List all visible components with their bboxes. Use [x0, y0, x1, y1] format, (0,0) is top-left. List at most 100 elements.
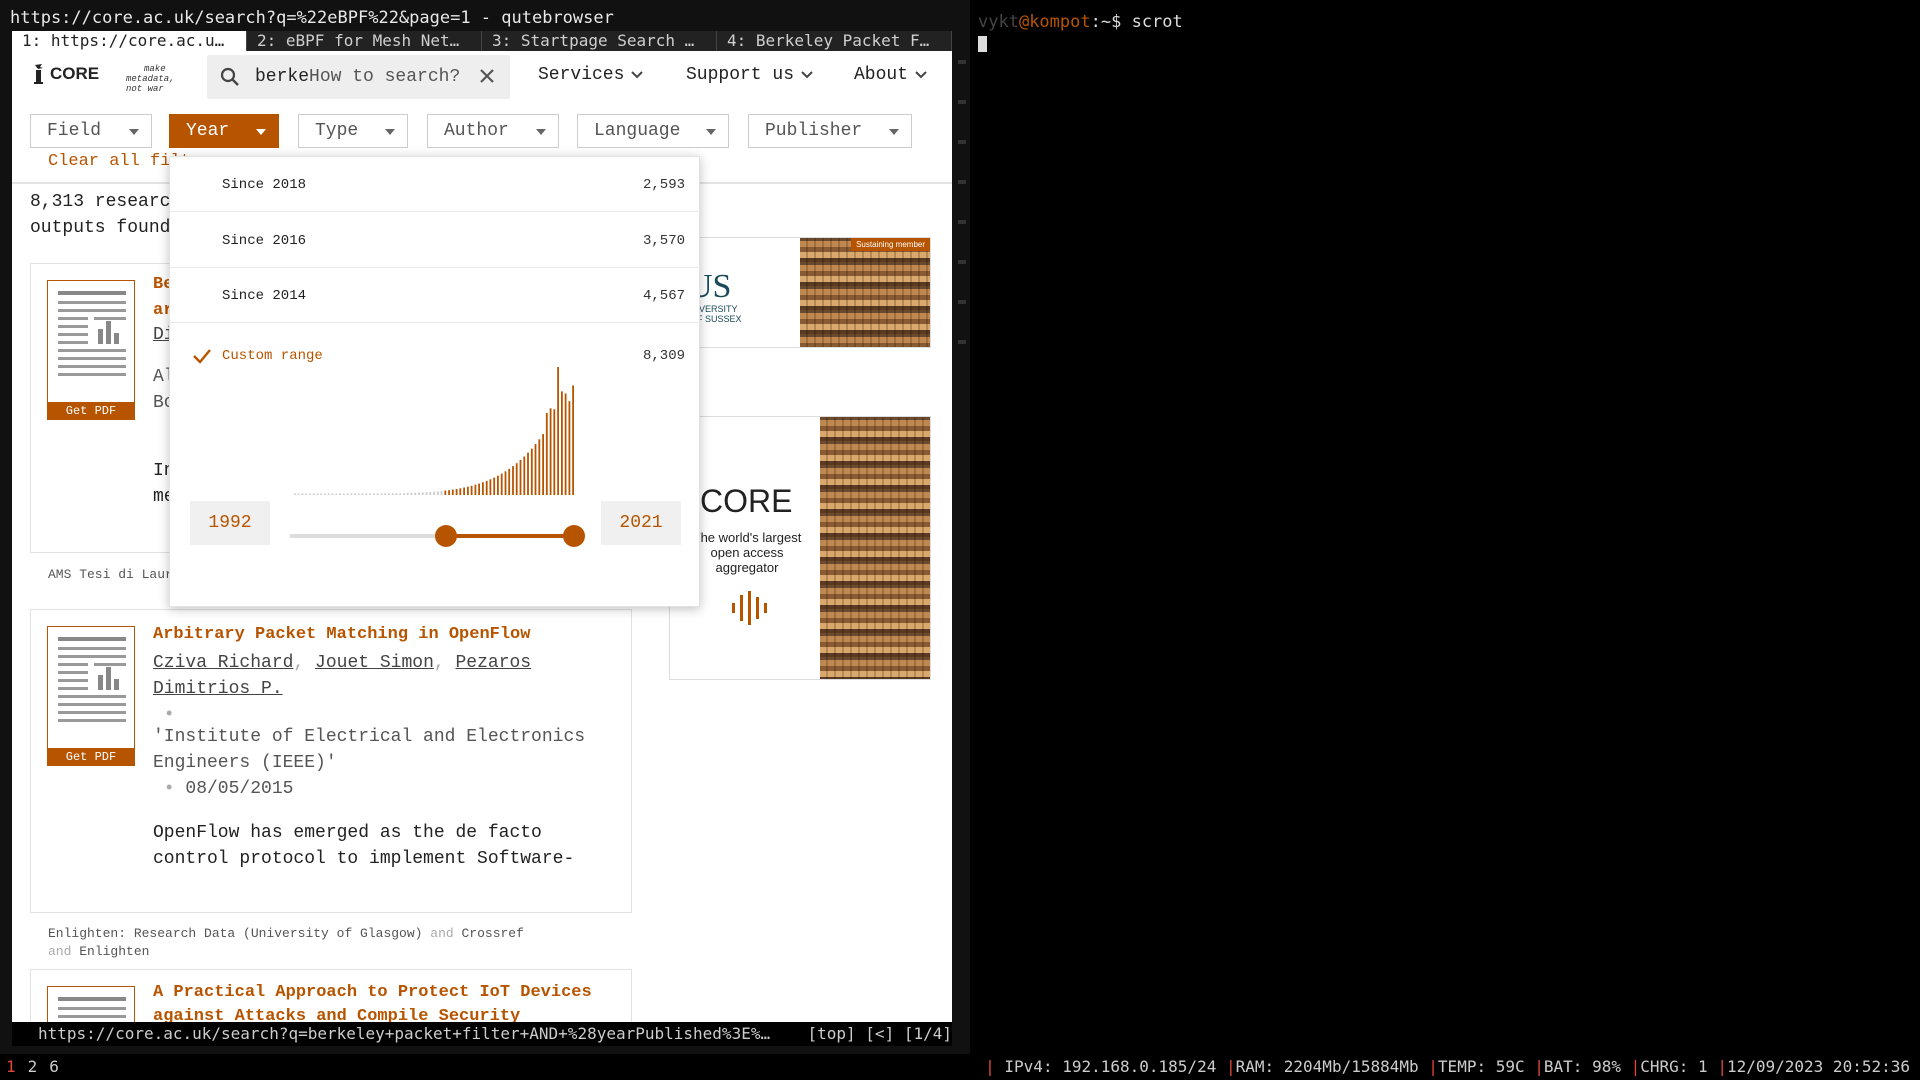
histogram-bar	[403, 493, 405, 495]
terminal-prompt-line: vykt@kompot:~$ scrot	[978, 12, 1183, 32]
close-icon[interactable]	[476, 65, 498, 87]
core-banner[interactable]: CORE The world's largest open access agg…	[669, 416, 931, 680]
result-title[interactable]: Arbitrary Packet Matching in OpenFlow	[153, 622, 530, 648]
get-pdf-button[interactable]: Get PDF	[47, 748, 135, 766]
range-from-field[interactable]: 1992	[190, 501, 270, 545]
author-link[interactable]: Jouet Simon	[315, 653, 434, 673]
nav-support-us[interactable]: Support us	[686, 65, 814, 85]
year-option-since-2018[interactable]: Since 2018 2,593	[170, 157, 701, 212]
bookshelf-image	[800, 238, 930, 347]
system-status-bar: 1 2 6 | IPv4: 192.168.0.185/24 |RAM: 220…	[0, 1054, 1920, 1080]
core-logo-text: CORE	[50, 64, 100, 83]
year-option-count: 8,309	[642, 348, 685, 364]
page-viewport: CORE make metadata, not war berke How to…	[12, 51, 952, 1022]
ram-status: RAM: 2204Mb/15884Mb	[1235, 1057, 1419, 1076]
slider-handle-from[interactable]	[435, 525, 457, 547]
histogram-bar	[421, 492, 424, 495]
histogram-bar	[335, 493, 338, 495]
histogram-bar	[357, 493, 360, 495]
histogram-bar	[542, 434, 544, 495]
bookshelf-image	[820, 417, 930, 679]
histogram-bar	[523, 456, 526, 495]
search-box[interactable]: berke How to search?	[207, 55, 510, 99]
sponsor-banner-sussex[interactable]: US NIVERSITY OF SUSSEX Sustaining member	[669, 237, 931, 348]
search-icon	[220, 67, 239, 86]
workspace-2[interactable]: 2	[28, 1054, 38, 1080]
filter-year[interactable]: Year	[169, 114, 279, 148]
histogram-bar	[508, 468, 511, 495]
slider-handle-to[interactable]	[563, 525, 585, 547]
year-option-since-2014[interactable]: Since 2014 4,567	[170, 268, 701, 323]
histogram-bar	[515, 463, 518, 495]
search-input[interactable]: berke	[255, 67, 309, 87]
pdf-thumbnail[interactable]	[47, 986, 135, 1022]
nav-services[interactable]: Services	[538, 65, 644, 85]
browser-tab-2[interactable]: 2: eBPF for Mesh Net…	[247, 31, 482, 51]
year-option-label: Since 2018	[222, 177, 307, 193]
histogram-bar	[478, 483, 480, 495]
range-to-field[interactable]: 2021	[601, 501, 681, 545]
workspace-1[interactable]: 1	[6, 1054, 16, 1080]
year-option-count: 3,570	[642, 233, 685, 249]
terminal-window[interactable]: vykt@kompot:~$ scrot	[958, 0, 1920, 1054]
histogram-bar	[538, 439, 541, 495]
histogram-bar	[429, 491, 432, 495]
histogram-bar	[320, 493, 323, 495]
browser-tab-4[interactable]: 4: Berkeley Packet F…	[717, 31, 952, 51]
browser-tab-1[interactable]: 1: https://core.ac.u…	[12, 31, 247, 51]
histogram-bar	[297, 493, 300, 495]
filter-language[interactable]: Language	[577, 114, 729, 148]
checkmark-icon	[193, 349, 211, 364]
histogram-bar	[406, 493, 409, 495]
histogram-bar	[463, 487, 465, 495]
nav-about[interactable]: About	[854, 65, 928, 85]
core-tagline: make metadata, not war	[126, 64, 175, 94]
terminal-cursor	[978, 36, 987, 52]
pdf-thumbnail[interactable]: Get PDF	[47, 280, 135, 420]
histogram-bar	[380, 493, 383, 495]
histogram-bar	[572, 385, 574, 495]
histogram-bar	[294, 493, 296, 495]
system-info: | IPv4: 192.168.0.185/24 |RAM: 2204Mb/15…	[985, 1057, 1910, 1076]
filter-publisher[interactable]: Publisher	[748, 114, 912, 148]
histogram-bar	[316, 493, 319, 495]
histogram-bar	[436, 491, 439, 495]
histogram-bar	[376, 493, 379, 495]
author-link[interactable]: Cziva Richard	[153, 653, 293, 673]
filter-type[interactable]: Type	[298, 114, 408, 148]
workspace-6[interactable]: 6	[49, 1054, 59, 1080]
histogram-bar	[305, 493, 308, 495]
result-date: 08/05/2015	[185, 779, 294, 799]
histogram-bar	[561, 391, 563, 495]
result-title-line-2[interactable]: against Attacks and Compile Security	[153, 1004, 520, 1022]
result-source: Enlighten: Research Data (University of …	[48, 925, 568, 961]
window-title: https://core.ac.uk/search?q=%22eBPF%22&p…	[10, 8, 614, 28]
year-option-label: Since 2016	[222, 233, 307, 249]
pdf-thumbnail[interactable]: Get PDF	[47, 626, 135, 766]
caret-down-icon	[536, 129, 546, 135]
browser-tab-3[interactable]: 3: Startpage Search …	[482, 31, 717, 51]
histogram-bar	[455, 489, 458, 495]
filter-author[interactable]: Author	[427, 114, 559, 148]
year-option-label: Custom range	[222, 348, 323, 364]
histogram-bar	[448, 490, 450, 495]
filter-publisher-label: Publisher	[765, 121, 863, 141]
filter-field[interactable]: Field	[30, 114, 152, 148]
histogram-bar	[474, 484, 477, 495]
get-pdf-button[interactable]: Get PDF	[47, 402, 135, 420]
core-logo[interactable]: CORE	[32, 63, 99, 85]
histogram-bar	[354, 493, 356, 495]
year-option-since-2016[interactable]: Since 2016 3,570	[170, 213, 701, 268]
filter-field-label: Field	[47, 121, 102, 141]
histogram-bar	[527, 452, 529, 495]
tagline-line-2: metadata,	[126, 74, 175, 84]
result-title[interactable]: A Practical Approach to Protect IoT Devi…	[153, 980, 592, 1006]
tab-bar: 1: https://core.ac.u… 2: eBPF for Mesh N…	[12, 31, 952, 51]
prompt-path: :~$	[1090, 12, 1122, 32]
histogram-bar	[414, 492, 417, 495]
histogram-bar	[384, 493, 386, 495]
year-slider-range	[446, 534, 574, 538]
source-and: and	[430, 926, 454, 941]
caret-down-icon	[889, 129, 899, 135]
year-option-count: 4,567	[642, 288, 685, 304]
